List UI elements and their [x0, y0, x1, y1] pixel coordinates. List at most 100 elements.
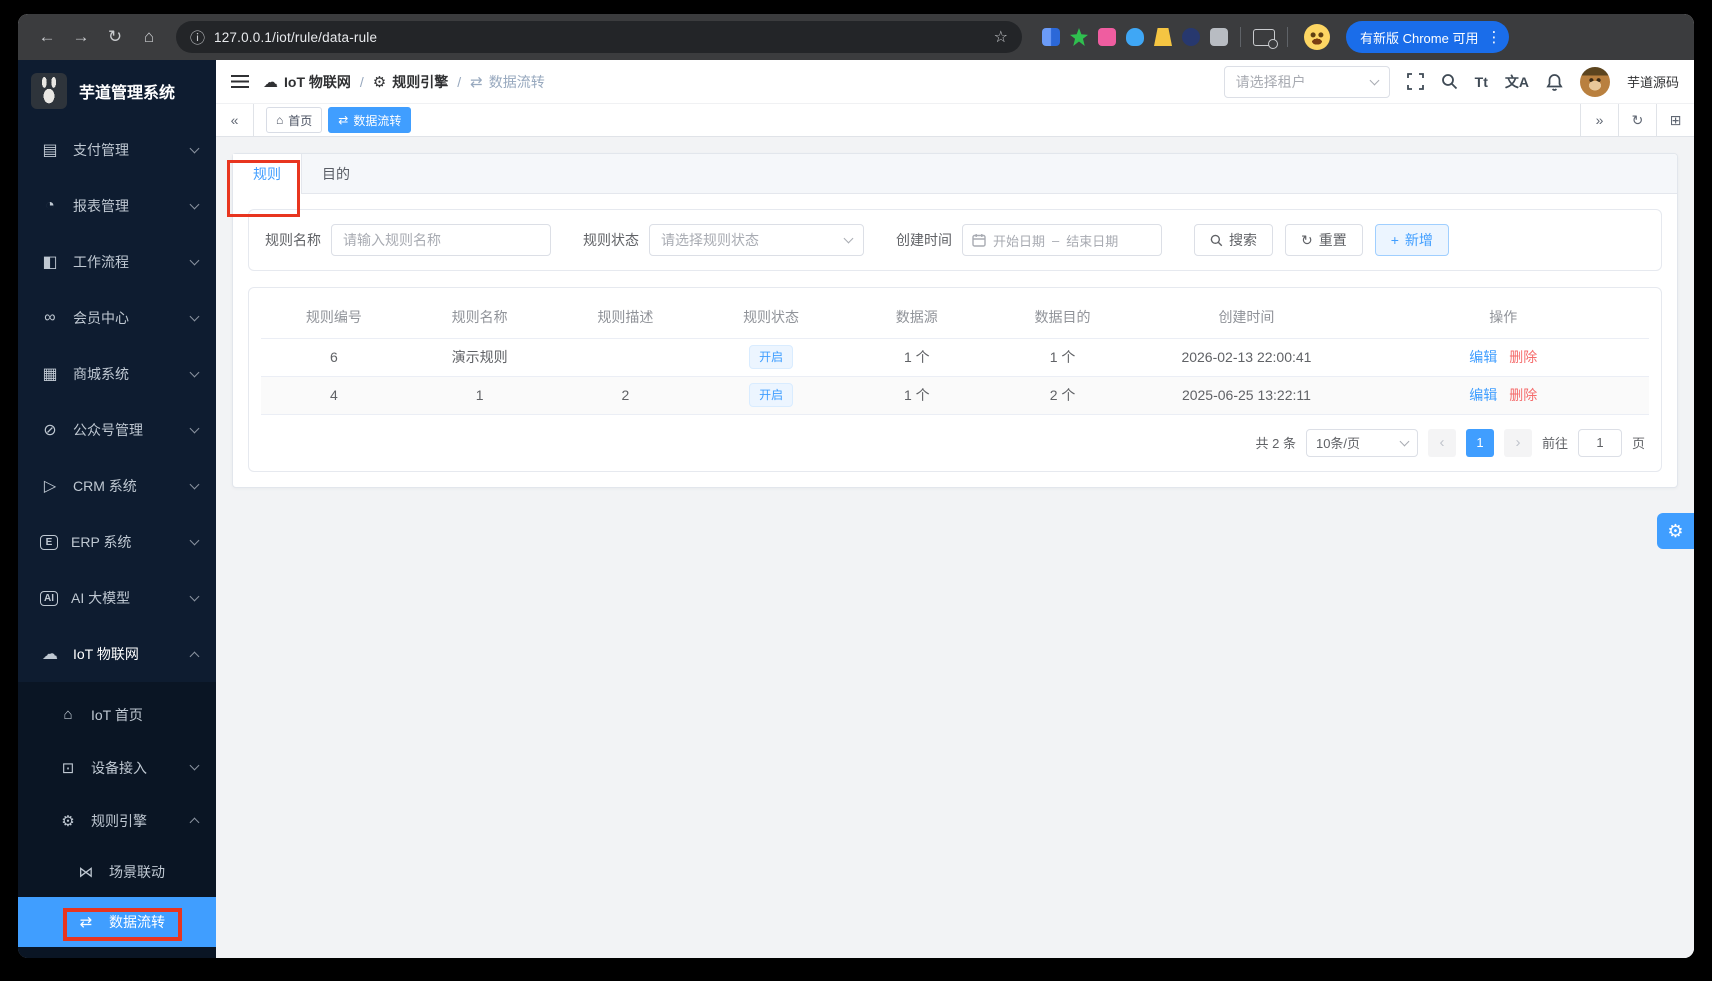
extensions-puzzle-icon[interactable]: [1210, 28, 1228, 46]
form-group-create-time: 创建时间 开始日期 – 结束日期: [896, 224, 1162, 256]
sidebar-item-mall[interactable]: ▦ 商城系统: [18, 346, 216, 402]
chrome-update-button[interactable]: 有新版 Chrome 可用 ⋮: [1346, 21, 1510, 53]
tab-rule[interactable]: 规则: [233, 154, 302, 194]
reset-button[interactable]: ↻ 重置: [1285, 224, 1363, 256]
home-icon: ⌂: [276, 113, 284, 127]
chevron-down-icon: [1369, 75, 1380, 85]
sidebar-item-iot[interactable]: ☁ IoT 物联网: [18, 626, 216, 682]
browser-reload-button[interactable]: ↻: [100, 22, 130, 52]
next-page-button[interactable]: ›: [1503, 428, 1532, 457]
tabs-header: 规则 目的: [233, 154, 1677, 194]
page-number-button[interactable]: 1: [1465, 428, 1494, 457]
page-size-value: 10条/页: [1315, 436, 1361, 451]
edit-link[interactable]: 编辑: [1469, 387, 1497, 403]
pagination: 共 2 条 10条/页 ‹ 1 › 前往 页: [261, 428, 1649, 457]
sidebar-item-member[interactable]: ∞ 会员中心: [18, 290, 216, 346]
tags-scroll-right-icon[interactable]: »: [1580, 104, 1618, 136]
extension-icon[interactable]: [1098, 28, 1116, 46]
tenant-select[interactable]: 请选择租户: [1223, 65, 1390, 98]
tags-scroll-left-icon[interactable]: «: [216, 104, 254, 136]
add-button[interactable]: + 新增: [1374, 224, 1449, 256]
sidebar-collapse-icon[interactable]: [231, 75, 249, 88]
notification-bell-icon[interactable]: [1546, 73, 1563, 91]
screen-capture-icon[interactable]: [1253, 28, 1278, 49]
extension-icon[interactable]: [1182, 28, 1200, 46]
cell-rule-desc: 2: [552, 376, 699, 415]
breadcrumb-label: 数据流转: [488, 73, 545, 90]
browser-menu-icon[interactable]: ⋮: [1486, 28, 1501, 46]
extension-icon[interactable]: [1154, 28, 1172, 46]
tag-home[interactable]: ⌂ 首页: [266, 107, 323, 133]
sidebar-item-rule-engine[interactable]: ⚙ 规则引擎: [18, 794, 216, 847]
delete-link[interactable]: 删除: [1509, 349, 1537, 365]
address-bar[interactable]: ⓘ 127.0.0.1/iot/rule/data-rule ☆: [176, 21, 1022, 53]
cell-rule-status: 开启: [698, 338, 844, 377]
search-button[interactable]: 搜索: [1194, 224, 1273, 256]
rule-status-select[interactable]: 请选择规则状态: [649, 224, 864, 256]
browser-profile-avatar[interactable]: [1304, 24, 1330, 50]
rule-name-input[interactable]: [331, 224, 551, 256]
extension-icon[interactable]: [1070, 28, 1088, 46]
sidebar-item-report[interactable]: ◔ 报表管理: [18, 178, 216, 234]
cell-actions: 编辑 删除: [1357, 376, 1649, 415]
sidebar-item-device-access[interactable]: ⊡ 设备接入: [18, 741, 216, 794]
app-logo[interactable]: 芋道管理系统: [18, 60, 216, 122]
sidebar-item-scene-linkage[interactable]: ⋈ 场景联动: [18, 847, 216, 897]
sidebar-item-label: 商城系统: [73, 366, 129, 382]
bookmark-star-icon[interactable]: ☆: [994, 27, 1008, 47]
sidebar-item-label: 规则引擎: [91, 812, 147, 829]
sidebar-item-crm[interactable]: ▷ CRM 系统: [18, 458, 216, 514]
browser-home-button[interactable]: ⌂: [134, 22, 164, 52]
site-info-icon[interactable]: ⓘ: [190, 27, 205, 48]
monitor-icon: ⊡: [61, 759, 75, 777]
column-header: 规则名称: [406, 296, 553, 339]
translate-icon[interactable]: 文A: [1505, 72, 1529, 92]
table-header-row: 规则编号 规则名称 规则描述 规则状态 数据源 数据目的 创建时间 操作: [261, 296, 1649, 339]
breadcrumb-label: 规则引擎: [392, 73, 449, 90]
sidebar-item-iot-home[interactable]: ⌂ IoT 首页: [18, 688, 216, 741]
column-header: 数据源: [843, 296, 990, 339]
tab-target[interactable]: 目的: [302, 154, 370, 193]
search-icon[interactable]: [1441, 73, 1458, 90]
delete-link[interactable]: 删除: [1509, 387, 1537, 403]
fullscreen-icon[interactable]: [1406, 73, 1424, 90]
form-group-rule-status: 规则状态 请选择规则状态: [583, 224, 864, 256]
cell-rule-name: 演示规则: [406, 338, 553, 377]
sidebar-item-label: 工作流程: [73, 254, 129, 270]
goto-page-input[interactable]: [1577, 428, 1622, 457]
browser-forward-button[interactable]: →: [66, 22, 96, 52]
breadcrumb-separator: /: [457, 73, 462, 90]
breadcrumb-item[interactable]: ☁ IoT 物联网: [263, 72, 351, 92]
breadcrumb: ☁ IoT 物联网 / ⚙ 规则引擎 / ⇄ 数据流转: [263, 72, 545, 92]
prev-page-button[interactable]: ‹: [1427, 428, 1456, 457]
tags-list: ⌂ 首页 ⇄ 数据流转: [254, 104, 1580, 136]
browser-back-button[interactable]: ←: [32, 22, 62, 52]
extension-icon[interactable]: [1042, 28, 1060, 46]
sidebar-item-mp[interactable]: ⊘ 公众号管理: [18, 402, 216, 458]
edit-link[interactable]: 编辑: [1469, 349, 1497, 365]
sidebar-item-payment[interactable]: ▤ 支付管理: [18, 122, 216, 178]
divider: [1287, 27, 1288, 47]
breadcrumb-item[interactable]: ⚙ 规则引擎: [373, 72, 448, 92]
breadcrumb-label: IoT 物联网: [284, 73, 351, 90]
extension-icon[interactable]: [1126, 28, 1144, 46]
status-badge: 开启: [749, 383, 794, 407]
sidebar-item-data-flow[interactable]: ⇄ 数据流转: [18, 897, 216, 947]
tags-refresh-icon[interactable]: ↻: [1618, 104, 1656, 136]
sidebar-item-ai[interactable]: AI AI 大模型: [18, 570, 216, 626]
tag-data-flow[interactable]: ⇄ 数据流转: [328, 107, 412, 133]
username[interactable]: 芋道源码: [1627, 72, 1679, 91]
rule-table: 规则编号 规则名称 规则描述 规则状态 数据源 数据目的 创建时间 操作 6 演…: [261, 296, 1649, 415]
tags-layout-icon[interactable]: ⊞: [1656, 104, 1694, 136]
workflow-icon: ◧: [42, 254, 58, 271]
page-size-select[interactable]: 10条/页: [1305, 428, 1418, 457]
goto-unit-label: 页: [1631, 436, 1645, 451]
data-flow-icon: ⇄: [79, 914, 93, 931]
font-size-icon[interactable]: Tt: [1475, 74, 1488, 90]
avatar[interactable]: [1579, 66, 1610, 97]
theme-settings-button[interactable]: ⚙: [1657, 513, 1694, 549]
sidebar-item-workflow[interactable]: ◧ 工作流程: [18, 234, 216, 290]
tag-label: 首页: [288, 113, 313, 128]
sidebar-item-erp[interactable]: E ERP 系统: [18, 514, 216, 570]
date-range-picker[interactable]: 开始日期 – 结束日期: [962, 224, 1162, 256]
